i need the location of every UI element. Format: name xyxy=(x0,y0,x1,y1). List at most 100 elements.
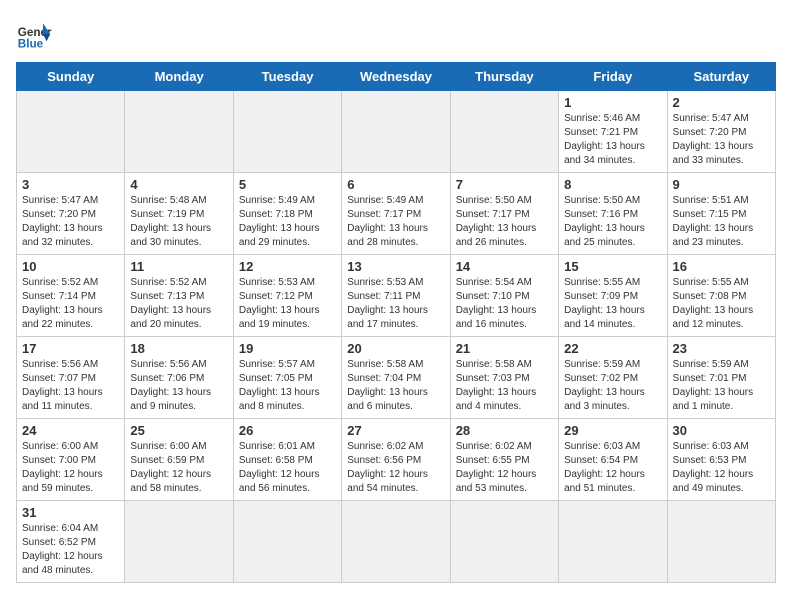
day-info: Sunrise: 5:55 AM Sunset: 7:08 PM Dayligh… xyxy=(673,276,770,332)
calendar-cell: 27 Sunrise: 6:02 AM Sunset: 6:56 PM Dayli… xyxy=(342,419,450,501)
day-info: Sunrise: 5:51 AM Sunset: 7:15 PM Dayligh… xyxy=(673,194,770,250)
day-info: Sunrise: 5:57 AM Sunset: 7:05 PM Dayligh… xyxy=(239,358,336,414)
calendar-cell: 19 Sunrise: 5:57 AM Sunset: 7:05 PM Dayli… xyxy=(233,337,341,419)
day-number: 12 xyxy=(239,259,336,274)
day-number: 15 xyxy=(564,259,661,274)
day-number: 4 xyxy=(130,177,227,192)
day-info: Sunrise: 5:59 AM Sunset: 7:01 PM Dayligh… xyxy=(673,358,770,414)
calendar-cell xyxy=(667,501,775,583)
day-number: 25 xyxy=(130,423,227,438)
calendar-cell: 13Sunrise: 5:53 AM Sunset: 7:11 PM Dayli… xyxy=(342,255,450,337)
calendar-cell: 12 Sunrise: 5:53 AM Sunset: 7:12 PM Dayli… xyxy=(233,255,341,337)
calendar-cell: 14 Sunrise: 5:54 AM Sunset: 7:10 PM Dayli… xyxy=(450,255,558,337)
day-number: 19 xyxy=(239,341,336,356)
day-info: Sunrise: 5:53 AM Sunset: 7:12 PM Dayligh… xyxy=(239,276,336,332)
calendar-table: SundayMondayTuesdayWednesdayThursdayFrid… xyxy=(16,62,776,583)
day-info: Sunrise: 5:52 AM Sunset: 7:13 PM Dayligh… xyxy=(130,276,227,332)
day-number: 16 xyxy=(673,259,770,274)
calendar-cell: 6Sunrise: 5:49 AM Sunset: 7:17 PM Daylig… xyxy=(342,173,450,255)
day-number: 9 xyxy=(673,177,770,192)
day-number: 21 xyxy=(456,341,553,356)
calendar-cell: 16 Sunrise: 5:55 AM Sunset: 7:08 PM Dayli… xyxy=(667,255,775,337)
svg-text:Blue: Blue xyxy=(18,38,44,51)
calendar-cell: 5 Sunrise: 5:49 AM Sunset: 7:18 PM Daylig… xyxy=(233,173,341,255)
day-info: Sunrise: 5:54 AM Sunset: 7:10 PM Dayligh… xyxy=(456,276,553,332)
day-info: Sunrise: 5:50 AM Sunset: 7:16 PM Dayligh… xyxy=(564,194,661,250)
calendar-cell: 31Sunrise: 6:04 AM Sunset: 6:52 PM Dayli… xyxy=(17,501,125,583)
day-info: Sunrise: 5:50 AM Sunset: 7:17 PM Dayligh… xyxy=(456,194,553,250)
day-info: Sunrise: 6:01 AM Sunset: 6:58 PM Dayligh… xyxy=(239,440,336,496)
calendar-header: General Blue xyxy=(16,16,776,52)
calendar-cell: 30 Sunrise: 6:03 AM Sunset: 6:53 PM Dayli… xyxy=(667,419,775,501)
day-number: 29 xyxy=(564,423,661,438)
calendar-cell: 25 Sunrise: 6:00 AM Sunset: 6:59 PM Dayli… xyxy=(125,419,233,501)
calendar-cell: 28 Sunrise: 6:02 AM Sunset: 6:55 PM Dayli… xyxy=(450,419,558,501)
weekday-header: Thursday xyxy=(450,63,558,91)
weekday-header: Monday xyxy=(125,63,233,91)
calendar-cell xyxy=(342,91,450,173)
day-number: 5 xyxy=(239,177,336,192)
day-number: 27 xyxy=(347,423,444,438)
day-info: Sunrise: 6:02 AM Sunset: 6:55 PM Dayligh… xyxy=(456,440,553,496)
calendar-cell: 17 Sunrise: 5:56 AM Sunset: 7:07 PM Dayli… xyxy=(17,337,125,419)
day-number: 1 xyxy=(564,95,661,110)
day-info: Sunrise: 6:02 AM Sunset: 6:56 PM Dayligh… xyxy=(347,440,444,496)
calendar-cell xyxy=(450,91,558,173)
calendar-cell: 22 Sunrise: 5:59 AM Sunset: 7:02 PM Dayli… xyxy=(559,337,667,419)
day-number: 26 xyxy=(239,423,336,438)
day-number: 14 xyxy=(456,259,553,274)
calendar-cell xyxy=(450,501,558,583)
calendar-cell: 18 Sunrise: 5:56 AM Sunset: 7:06 PM Dayli… xyxy=(125,337,233,419)
calendar-cell xyxy=(342,501,450,583)
day-info: Sunrise: 5:59 AM Sunset: 7:02 PM Dayligh… xyxy=(564,358,661,414)
calendar-cell: 10 Sunrise: 5:52 AM Sunset: 7:14 PM Dayli… xyxy=(17,255,125,337)
day-number: 18 xyxy=(130,341,227,356)
day-info: Sunrise: 5:49 AM Sunset: 7:18 PM Dayligh… xyxy=(239,194,336,250)
calendar-cell: 20Sunrise: 5:58 AM Sunset: 7:04 PM Dayli… xyxy=(342,337,450,419)
calendar-cell: 29Sunrise: 6:03 AM Sunset: 6:54 PM Dayli… xyxy=(559,419,667,501)
day-info: Sunrise: 5:58 AM Sunset: 7:03 PM Dayligh… xyxy=(456,358,553,414)
day-info: Sunrise: 5:58 AM Sunset: 7:04 PM Dayligh… xyxy=(347,358,444,414)
calendar-cell: 4Sunrise: 5:48 AM Sunset: 7:19 PM Daylig… xyxy=(125,173,233,255)
day-info: Sunrise: 6:04 AM Sunset: 6:52 PM Dayligh… xyxy=(22,522,119,578)
day-info: Sunrise: 6:00 AM Sunset: 7:00 PM Dayligh… xyxy=(22,440,119,496)
calendar-cell xyxy=(233,501,341,583)
day-number: 28 xyxy=(456,423,553,438)
day-info: Sunrise: 5:49 AM Sunset: 7:17 PM Dayligh… xyxy=(347,194,444,250)
weekday-header: Wednesday xyxy=(342,63,450,91)
weekday-header: Saturday xyxy=(667,63,775,91)
calendar-cell: 2Sunrise: 5:47 AM Sunset: 7:20 PM Daylig… xyxy=(667,91,775,173)
calendar-cell xyxy=(17,91,125,173)
day-number: 22 xyxy=(564,341,661,356)
calendar-cell: 3Sunrise: 5:47 AM Sunset: 7:20 PM Daylig… xyxy=(17,173,125,255)
day-info: Sunrise: 5:46 AM Sunset: 7:21 PM Dayligh… xyxy=(564,112,661,168)
day-info: Sunrise: 6:00 AM Sunset: 6:59 PM Dayligh… xyxy=(130,440,227,496)
day-number: 11 xyxy=(130,259,227,274)
calendar-cell xyxy=(125,91,233,173)
weekday-header: Friday xyxy=(559,63,667,91)
day-number: 7 xyxy=(456,177,553,192)
logo-icon: General Blue xyxy=(16,16,52,52)
calendar-cell: 24Sunrise: 6:00 AM Sunset: 7:00 PM Dayli… xyxy=(17,419,125,501)
day-info: Sunrise: 6:03 AM Sunset: 6:53 PM Dayligh… xyxy=(673,440,770,496)
day-number: 17 xyxy=(22,341,119,356)
calendar-cell: 15Sunrise: 5:55 AM Sunset: 7:09 PM Dayli… xyxy=(559,255,667,337)
day-info: Sunrise: 5:52 AM Sunset: 7:14 PM Dayligh… xyxy=(22,276,119,332)
calendar-cell: 26 Sunrise: 6:01 AM Sunset: 6:58 PM Dayli… xyxy=(233,419,341,501)
weekday-header: Tuesday xyxy=(233,63,341,91)
calendar-cell: 7 Sunrise: 5:50 AM Sunset: 7:17 PM Daylig… xyxy=(450,173,558,255)
day-info: Sunrise: 5:56 AM Sunset: 7:07 PM Dayligh… xyxy=(22,358,119,414)
weekday-header: Sunday xyxy=(17,63,125,91)
calendar-cell: 21 Sunrise: 5:58 AM Sunset: 7:03 PM Dayli… xyxy=(450,337,558,419)
calendar-header-row: SundayMondayTuesdayWednesdayThursdayFrid… xyxy=(17,63,776,91)
calendar-cell xyxy=(125,501,233,583)
day-number: 30 xyxy=(673,423,770,438)
calendar-cell: 8 Sunrise: 5:50 AM Sunset: 7:16 PM Daylig… xyxy=(559,173,667,255)
day-number: 3 xyxy=(22,177,119,192)
calendar-cell: 11 Sunrise: 5:52 AM Sunset: 7:13 PM Dayli… xyxy=(125,255,233,337)
day-number: 23 xyxy=(673,341,770,356)
day-info: Sunrise: 5:56 AM Sunset: 7:06 PM Dayligh… xyxy=(130,358,227,414)
calendar-cell xyxy=(233,91,341,173)
day-number: 8 xyxy=(564,177,661,192)
day-number: 10 xyxy=(22,259,119,274)
